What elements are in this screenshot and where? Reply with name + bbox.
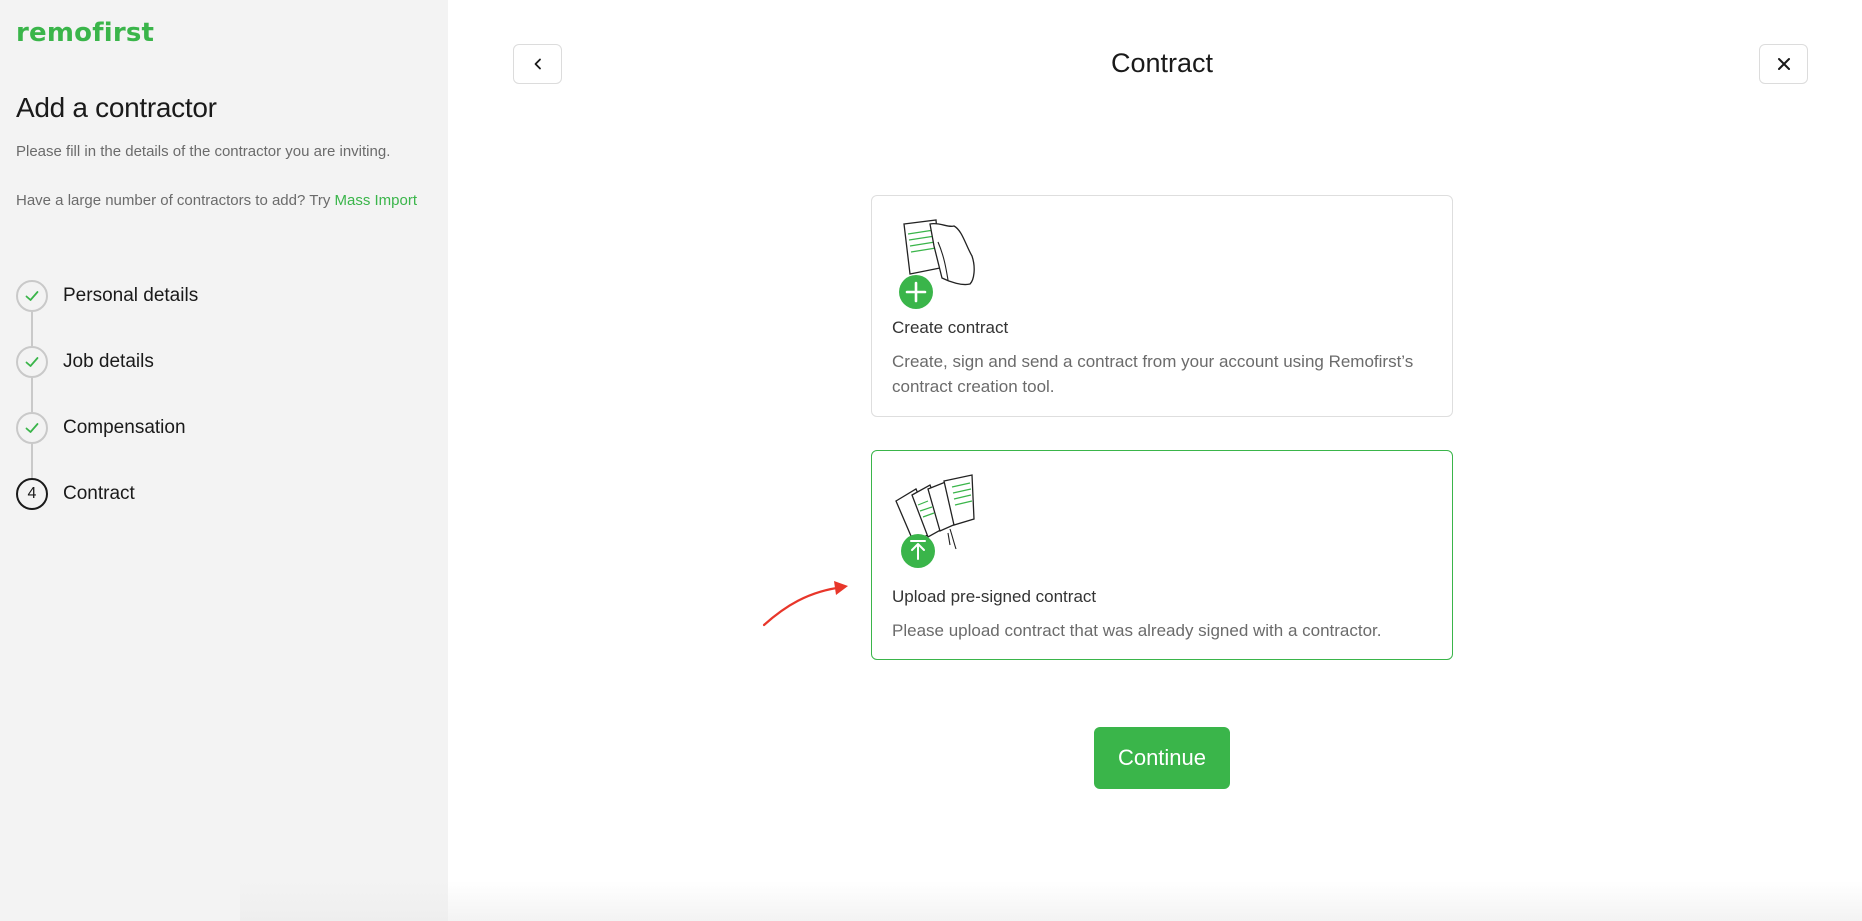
remofirst-logo[interactable]: remofirst xyxy=(16,18,154,48)
back-button[interactable] xyxy=(513,44,562,84)
step-contract[interactable]: 4 Contract xyxy=(16,478,198,544)
create-contract-illustration xyxy=(892,216,982,321)
check-icon xyxy=(16,346,48,378)
mass-import-link[interactable]: Mass Import xyxy=(335,192,418,209)
sidebar-title: Add a contractor xyxy=(16,92,217,123)
mass-import-prefix: Have a large number of contractors to ad… xyxy=(16,192,335,209)
red-annotation-arrow-icon xyxy=(762,581,848,627)
stepper: Personal details Job details Compensatio… xyxy=(16,280,198,544)
continue-button[interactable]: Continue xyxy=(1094,727,1230,789)
step-label: Job details xyxy=(63,351,154,372)
option-description: Please upload contract that was already … xyxy=(892,621,1382,640)
step-job-details[interactable]: Job details xyxy=(16,346,198,412)
check-icon xyxy=(16,280,48,312)
step-label: Contract xyxy=(63,483,135,504)
close-icon xyxy=(1777,58,1790,70)
step-number: 4 xyxy=(16,478,48,510)
bottom-shadow xyxy=(240,881,1862,921)
option-upload-contract[interactable]: Upload pre-signed contract Please upload… xyxy=(871,450,1453,660)
step-connector xyxy=(31,444,33,478)
page: remofirst Add a contractor Please fill i… xyxy=(0,0,1862,921)
step-personal-details[interactable]: Personal details xyxy=(16,280,198,346)
step-label: Compensation xyxy=(63,417,186,438)
step-connector xyxy=(31,312,33,346)
option-description: Create, sign and send a contract from yo… xyxy=(892,352,1414,396)
step-compensation[interactable]: Compensation xyxy=(16,412,198,478)
option-title: Upload pre-signed contract xyxy=(892,587,1097,606)
mass-import-hint: Have a large number of contractors to ad… xyxy=(16,192,417,209)
step-label: Personal details xyxy=(63,285,199,306)
close-button[interactable] xyxy=(1759,44,1808,84)
page-title: Contract xyxy=(1110,48,1214,78)
step-connector xyxy=(31,378,33,412)
option-title: Create contract xyxy=(892,318,1009,337)
sidebar: remofirst Add a contractor Please fill i… xyxy=(0,0,448,921)
option-create-contract[interactable]: Create contract Create, sign and send a … xyxy=(871,195,1453,417)
chevron-left-icon xyxy=(534,58,541,70)
sidebar-description: Please fill in the details of the contra… xyxy=(16,143,391,160)
check-icon xyxy=(16,412,48,444)
upload-contract-illustration xyxy=(892,471,982,576)
